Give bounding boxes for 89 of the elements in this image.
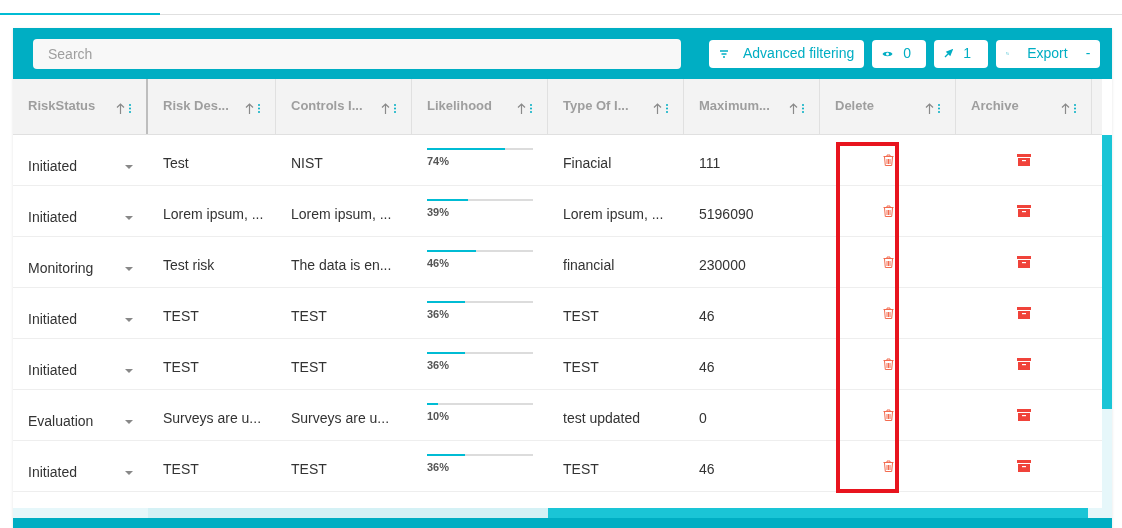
table-cell-text: TEST xyxy=(291,358,328,377)
scrollbar-thumb[interactable] xyxy=(548,508,1088,518)
dropdown-caret-icon xyxy=(125,215,133,220)
table-cell-text: TEST xyxy=(563,460,600,479)
table-cell-text: 5196090 xyxy=(699,205,755,224)
table-cell-text: The data is en... xyxy=(291,256,393,275)
archive-icon[interactable] xyxy=(1017,358,1031,370)
column-header[interactable]: Archive xyxy=(971,95,1019,116)
likelihood-percent: 36% xyxy=(427,460,451,475)
likelihood-percent: 10% xyxy=(427,409,451,424)
vertical-scrollbar[interactable] xyxy=(1102,79,1112,518)
search-field[interactable]: Search xyxy=(33,38,681,69)
eye-icon xyxy=(882,49,894,58)
column-header[interactable]: Type Of I... xyxy=(563,95,629,116)
sort-arrow-icon[interactable] xyxy=(925,103,934,114)
archive-icon[interactable] xyxy=(1017,154,1031,166)
likelihood-percent: 36% xyxy=(427,307,451,322)
delete-icon[interactable] xyxy=(882,256,894,268)
dropdown-caret-icon xyxy=(125,317,133,322)
likelihood-percent: 74% xyxy=(427,154,451,169)
sort-arrow-icon[interactable] xyxy=(517,103,526,114)
dropdown-caret-icon xyxy=(125,266,133,271)
status-dropdown[interactable]: Monitoring xyxy=(28,258,133,279)
table-cell-text: Lorem ipsum, ... xyxy=(163,205,261,224)
column-header[interactable]: Likelihood xyxy=(427,95,492,116)
sort-arrow-icon[interactable] xyxy=(789,103,798,114)
sort-arrow-icon[interactable] xyxy=(1061,103,1070,114)
table-cell-text: Surveys are u... xyxy=(291,409,391,428)
table-cell-text: TEST xyxy=(563,307,600,326)
archive-icon[interactable] xyxy=(1017,460,1031,472)
table-cell-text: TEST xyxy=(163,358,200,377)
table-cell-text: 46 xyxy=(699,307,716,326)
table-cell-text: Test xyxy=(163,154,190,173)
archive-icon[interactable] xyxy=(1017,307,1031,319)
table-cell-text: TEST xyxy=(291,307,328,326)
column-header[interactable]: Controls I... xyxy=(291,95,363,116)
likelihood-percent: 36% xyxy=(427,358,451,373)
table-cell-text: financial xyxy=(563,256,616,275)
table-cell-text: TEST xyxy=(163,460,200,479)
status-dropdown[interactable]: Initiated xyxy=(28,462,133,483)
pin-button[interactable]: 1 xyxy=(934,39,989,68)
table-cell-text: 46 xyxy=(699,358,716,377)
status-dropdown[interactable]: Initiated xyxy=(28,360,133,381)
table-cell-text: test updated xyxy=(563,409,642,428)
sort-arrow-icon[interactable] xyxy=(116,103,125,114)
delete-icon[interactable] xyxy=(882,460,894,472)
likelihood-percent: 39% xyxy=(427,205,451,220)
status-dropdown[interactable]: Initiated xyxy=(28,156,133,177)
status-dropdown[interactable]: Evaluation xyxy=(28,411,133,432)
likelihood-percent: 46% xyxy=(427,256,451,271)
table-cell-text: TEST xyxy=(163,307,200,326)
table-cell-text: TEST xyxy=(563,358,600,377)
delete-icon[interactable] xyxy=(882,358,894,370)
dropdown-caret-icon xyxy=(125,368,133,373)
delete-icon[interactable] xyxy=(882,307,894,319)
archive-icon[interactable] xyxy=(1017,409,1031,421)
export-button[interactable]: Export - xyxy=(996,39,1101,68)
filter-icon xyxy=(719,49,729,58)
column-header[interactable]: Delete xyxy=(835,95,875,116)
column-header[interactable]: Maximum... xyxy=(699,95,770,116)
delete-icon[interactable] xyxy=(882,205,894,217)
table-cell-text: Lorem ipsum, ... xyxy=(563,205,665,224)
dropdown-caret-icon xyxy=(125,164,133,169)
table-cell-text: 0 xyxy=(699,409,708,428)
table-cell-text: 111 xyxy=(699,154,722,173)
column-header[interactable]: RiskStatus xyxy=(28,95,96,116)
sort-arrow-icon[interactable] xyxy=(653,103,662,114)
archive-icon[interactable] xyxy=(1017,205,1031,217)
sort-arrow-icon[interactable] xyxy=(381,103,390,114)
table-cell-text: Test risk xyxy=(163,256,216,275)
archive-icon[interactable] xyxy=(1017,256,1031,268)
table-cell-text: 230000 xyxy=(699,256,747,275)
table-cell-text: TEST xyxy=(291,460,328,479)
table-cell-text: 46 xyxy=(699,460,716,479)
delete-icon[interactable] xyxy=(882,154,894,166)
pin-icon xyxy=(944,49,954,58)
status-dropdown[interactable]: Initiated xyxy=(28,207,133,228)
table-cell-text: Finacial xyxy=(563,154,613,173)
table-cell-text: NIST xyxy=(291,154,324,173)
dropdown-caret-icon xyxy=(125,470,133,475)
table-cell-text: Lorem ipsum, ... xyxy=(291,205,393,224)
sort-arrow-icon[interactable] xyxy=(245,103,254,114)
visibility-button[interactable]: 0 xyxy=(872,39,927,68)
column-header[interactable]: Risk Des... xyxy=(163,95,229,116)
delete-icon[interactable] xyxy=(882,409,894,421)
dropdown-caret-icon xyxy=(125,419,133,424)
status-dropdown[interactable]: Initiated xyxy=(28,309,133,330)
advanced-filter-button[interactable]: Advanced filtering xyxy=(709,39,865,68)
table-cell-text: Surveys are u... xyxy=(163,409,261,428)
